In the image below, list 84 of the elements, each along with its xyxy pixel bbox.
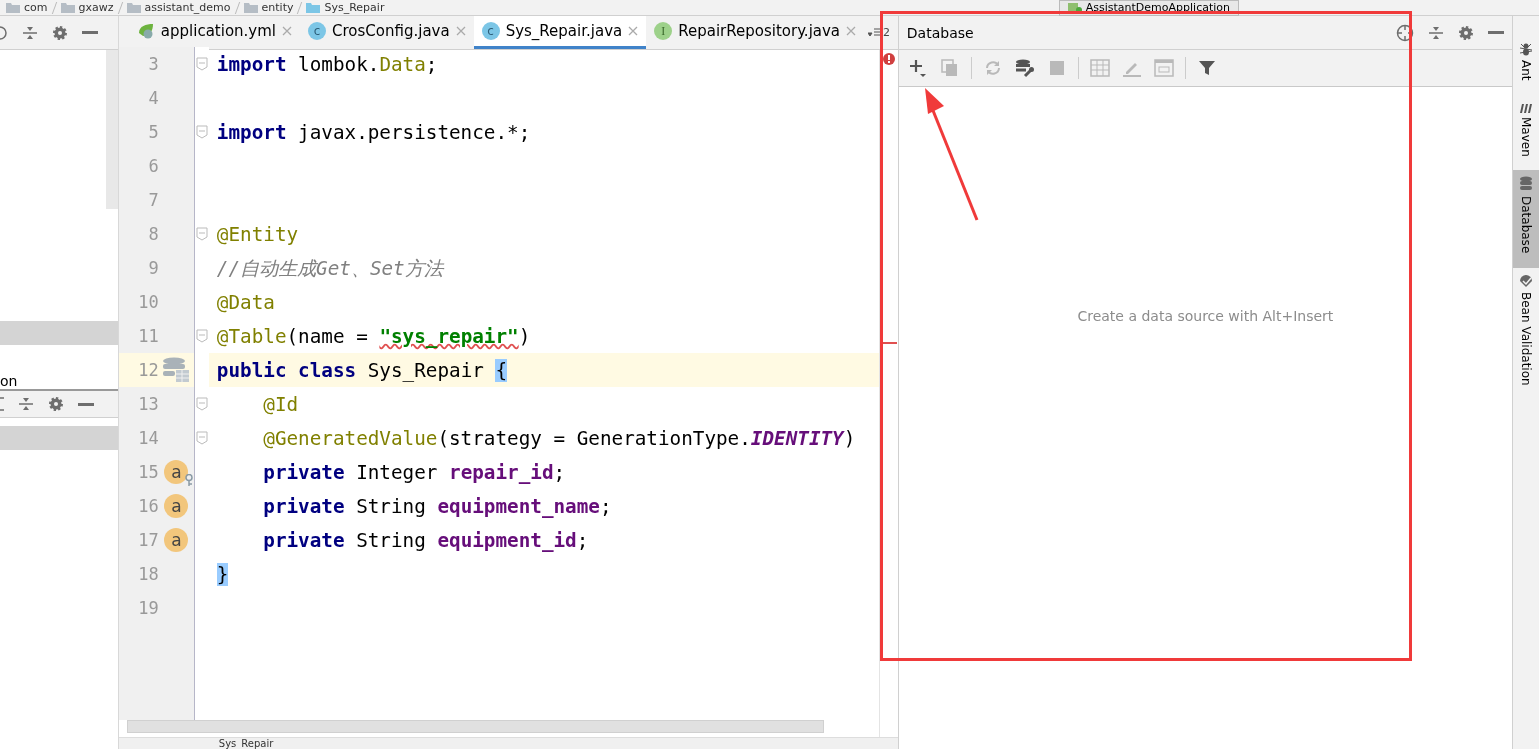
database-icon bbox=[1519, 176, 1533, 193]
class-icon: c bbox=[481, 22, 500, 40]
line-number: 5 bbox=[147, 122, 159, 142]
panel-title: Database bbox=[906, 24, 974, 41]
breadcrumb-item[interactable]: assistant_demo bbox=[126, 1, 231, 14]
code-line: @Data bbox=[215, 290, 275, 314]
line-number: 9 bbox=[147, 258, 159, 278]
target-icon bbox=[0, 24, 8, 41]
code-line: import javax.persistence.*; bbox=[215, 120, 531, 144]
folder-icon bbox=[6, 2, 20, 13]
editor-tab[interactable]: application.yml bbox=[128, 16, 300, 49]
error-icon bbox=[882, 53, 895, 65]
line-number: 6 bbox=[147, 156, 159, 176]
code-line: import lombok.Data; bbox=[215, 52, 438, 76]
line-number: 18 bbox=[137, 564, 159, 584]
line-number: 12 bbox=[137, 360, 159, 380]
tree-row[interactable] bbox=[0, 321, 118, 345]
breadcrumb-item[interactable]: com bbox=[6, 1, 48, 14]
folder-icon bbox=[60, 2, 75, 13]
code-line: @Id bbox=[262, 392, 299, 416]
panel-label: on bbox=[0, 372, 19, 389]
code-line: private String equipment_name; bbox=[262, 494, 612, 518]
class-icon: c bbox=[308, 22, 326, 40]
collapse-icon bbox=[1428, 24, 1444, 41]
code-line: //自动生成Get、Set方法 bbox=[215, 255, 443, 282]
line-number: 15 bbox=[137, 462, 159, 482]
line-number: 7 bbox=[147, 190, 159, 210]
line-number: 17 bbox=[137, 530, 159, 550]
scrollbar[interactable] bbox=[105, 50, 118, 209]
class-icon bbox=[306, 2, 321, 13]
side-tab[interactable]: Maven bbox=[1513, 94, 1539, 171]
interface-icon: I bbox=[654, 22, 673, 40]
status-text: Sys_Repair bbox=[118, 737, 898, 749]
close-icon bbox=[846, 26, 857, 36]
breadcrumb-item[interactable]: gxawz bbox=[60, 1, 114, 14]
editor-tab[interactable]: I RepairRepository.java bbox=[646, 16, 865, 49]
code-line: @Entity bbox=[215, 222, 299, 246]
bean-icon bbox=[1519, 273, 1533, 288]
folder-icon bbox=[126, 2, 141, 13]
line-number: 19 bbox=[137, 598, 159, 618]
settings-icon bbox=[1458, 24, 1474, 41]
close-icon bbox=[455, 26, 466, 36]
line-number: 11 bbox=[137, 326, 159, 346]
ant-icon bbox=[1519, 42, 1533, 56]
database-settings-button[interactable] bbox=[1013, 57, 1036, 79]
line-number: 3 bbox=[147, 54, 159, 74]
minimize-icon bbox=[1488, 31, 1504, 34]
collapse-icon bbox=[22, 24, 38, 41]
target-icon bbox=[1396, 23, 1414, 42]
line-number: 13 bbox=[137, 394, 159, 414]
code-line: @Table(name = "sys_repair") bbox=[215, 324, 531, 348]
line-number: 14 bbox=[137, 428, 159, 448]
minimize-icon bbox=[82, 31, 98, 34]
editor-tab[interactable]: c Sys_Repair.java bbox=[473, 16, 647, 49]
field-icon[interactable]: a bbox=[164, 528, 189, 552]
folder-icon bbox=[243, 2, 258, 13]
empty-state-text: Create a data source with Alt+Insert bbox=[1077, 308, 1334, 324]
settings-icon bbox=[48, 396, 64, 412]
code-line: public class Sys_Repair { bbox=[215, 358, 508, 382]
breadcrumb-item[interactable]: Sys_Repair bbox=[306, 1, 385, 14]
minimize-icon bbox=[78, 402, 94, 406]
tree-row[interactable] bbox=[0, 426, 118, 450]
field-icon[interactable]: a bbox=[164, 494, 189, 518]
settings-icon bbox=[52, 24, 68, 41]
app-icon bbox=[1067, 2, 1082, 13]
code-line: private Integer repair_id; bbox=[262, 460, 566, 484]
code-line: private String equipment_id; bbox=[262, 528, 589, 552]
database-table-icon bbox=[162, 357, 191, 383]
scrollbar[interactable] bbox=[126, 720, 824, 733]
line-number: 10 bbox=[137, 292, 159, 312]
breadcrumb-item[interactable]: entity bbox=[243, 1, 294, 14]
collapse-icon bbox=[18, 396, 34, 412]
line-number: 16 bbox=[137, 496, 159, 516]
side-tab[interactable]: Database bbox=[1513, 170, 1539, 268]
line-number: 4 bbox=[147, 88, 159, 108]
tab-overflow-button[interactable]: 2 bbox=[864, 16, 891, 49]
editor-tab[interactable]: c CrosConfig.java bbox=[300, 16, 474, 49]
close-icon bbox=[282, 26, 292, 36]
leaf-icon bbox=[136, 23, 155, 39]
line-number: 8 bbox=[147, 224, 159, 244]
code-line: @GeneratedValue(strategy = GenerationType.IDENTITY) bbox=[262, 426, 856, 450]
side-tab[interactable]: Ant bbox=[1513, 36, 1539, 95]
side-tab[interactable]: Bean Validation bbox=[1513, 267, 1539, 400]
close-icon bbox=[628, 26, 639, 36]
